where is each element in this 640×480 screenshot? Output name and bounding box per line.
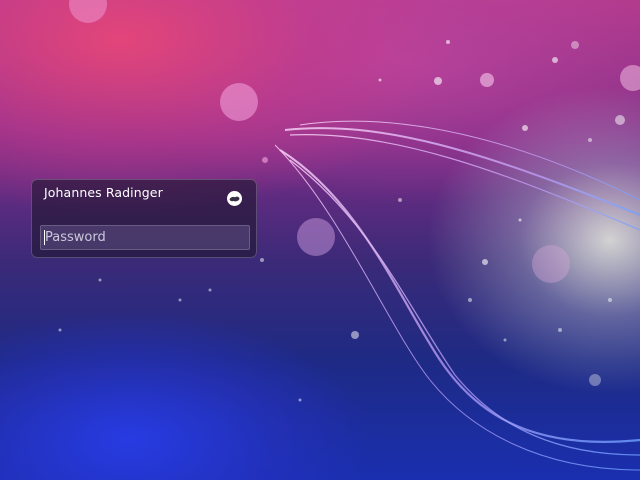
login-box: Johannes Radinger [31,179,257,258]
password-input[interactable] [40,225,250,250]
session-selector-icon[interactable] [226,190,243,207]
user-name-label: Johannes Radinger [44,185,163,200]
text-caret [44,230,45,245]
